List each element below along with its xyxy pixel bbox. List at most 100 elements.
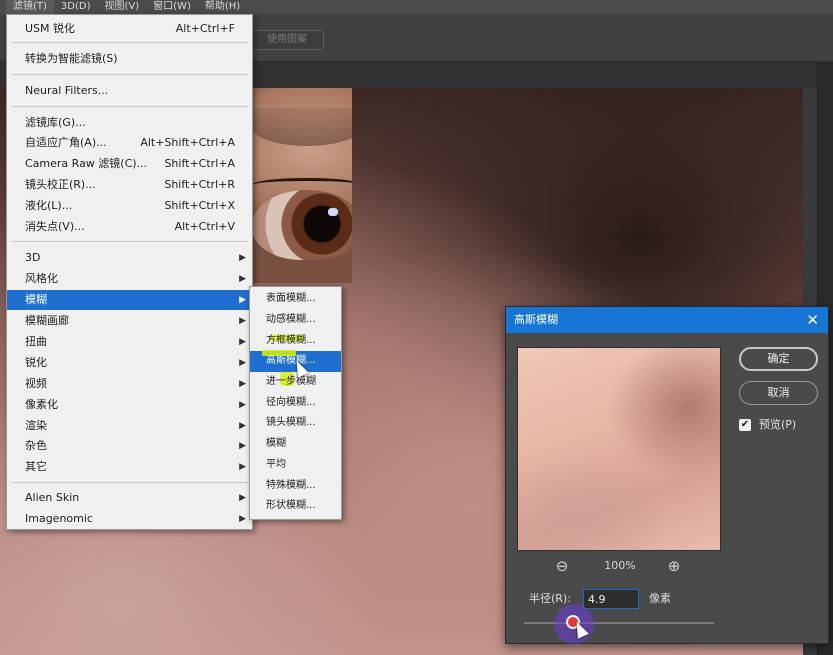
menu-item-vanishing-point[interactable]: 消失点(V)... Alt+Ctrl+V bbox=[7, 217, 252, 237]
highlight-marker bbox=[262, 350, 296, 356]
menu-item-convert-smart-filter[interactable]: 转换为智能滤镜(S) bbox=[7, 49, 252, 69]
menu-item-adaptive-wide-angle[interactable]: 自适应广角(A)... Alt+Shift+Ctrl+A bbox=[7, 133, 252, 153]
use-pattern-button[interactable]: 使用图案 bbox=[250, 30, 324, 50]
menu-help[interactable]: 帮助(H) bbox=[198, 0, 247, 14]
submenu-item-surface-blur[interactable]: 表面模糊... bbox=[250, 289, 341, 310]
menu-window[interactable]: 窗口(W) bbox=[146, 0, 198, 14]
blur-submenu: 表面模糊... 动感模糊... 方框模糊... 高斯模糊... 进一步模糊 径向… bbox=[249, 286, 342, 520]
menu-item-label: USM 锐化 bbox=[25, 22, 76, 35]
eye-shape bbox=[252, 190, 352, 260]
menu-item-label: 模糊画廊 bbox=[25, 314, 69, 327]
submenu-item-average[interactable]: 平均 bbox=[250, 455, 341, 476]
menu-item-3d[interactable]: 3D ▶ bbox=[7, 248, 252, 268]
chevron-right-icon: ▶ bbox=[239, 253, 246, 263]
eyebrow-shape bbox=[252, 108, 352, 146]
menu-item-liquify[interactable]: 液化(L)... Shift+Ctrl+X bbox=[7, 196, 252, 216]
menu-separator bbox=[11, 482, 248, 483]
menu-item-stylize[interactable]: 风格化 ▶ bbox=[7, 269, 252, 289]
chevron-right-icon: ▶ bbox=[239, 493, 246, 503]
menu-item-usm-sharpen[interactable]: USM 锐化 Alt+Ctrl+F bbox=[7, 19, 252, 39]
menu-item-label: 视频 bbox=[25, 377, 47, 390]
menu-item-label: 转换为智能滤镜(S) bbox=[25, 52, 118, 65]
chevron-right-icon: ▶ bbox=[239, 274, 246, 284]
menu-item-video[interactable]: 视频 ▶ bbox=[7, 374, 252, 394]
submenu-item-blur[interactable]: 模糊 bbox=[250, 434, 341, 455]
submenu-item-motion-blur[interactable]: 动感模糊... bbox=[250, 310, 341, 331]
menu-item-alien-skin[interactable]: Alien Skin ▶ bbox=[7, 488, 252, 508]
menu-item-lens-correction[interactable]: 镜头校正(R)... Shift+Ctrl+R bbox=[7, 175, 252, 195]
menu-view[interactable]: 视图(V) bbox=[98, 0, 147, 14]
submenu-item-box-blur[interactable]: 方框模糊... bbox=[250, 331, 341, 352]
menu-item-noise[interactable]: 杂色 ▶ bbox=[7, 436, 252, 456]
menu-item-label: Imagenomic bbox=[25, 512, 93, 525]
menu-item-neural-filters[interactable]: Neural Filters... bbox=[7, 81, 252, 101]
menu-filter[interactable]: 滤镜(T) bbox=[6, 0, 54, 14]
eye-glint bbox=[328, 208, 338, 216]
checkmark-icon[interactable]: ✔ bbox=[739, 419, 751, 431]
shortcut: Alt+Ctrl+V bbox=[174, 220, 235, 233]
menu-separator bbox=[11, 241, 248, 242]
menu-item-label: Alien Skin bbox=[25, 491, 80, 504]
menu-item-render[interactable]: 渲染 ▶ bbox=[7, 416, 252, 436]
chevron-right-icon: ▶ bbox=[239, 514, 246, 524]
shortcut: Shift+Ctrl+A bbox=[164, 157, 235, 170]
menu-separator bbox=[11, 74, 248, 75]
menu-item-blur[interactable]: 模糊 ▶ bbox=[7, 290, 252, 310]
submenu-item-smart-blur[interactable]: 特殊模糊... bbox=[250, 476, 341, 497]
chevron-right-icon: ▶ bbox=[239, 295, 246, 305]
menu-item-label: 消失点(V)... bbox=[25, 220, 85, 233]
zoom-in-icon[interactable]: ⊕ bbox=[665, 557, 683, 575]
zoom-level: 100% bbox=[604, 559, 636, 572]
menu-3d[interactable]: 3D(D) bbox=[54, 0, 98, 14]
chevron-right-icon: ▶ bbox=[239, 379, 246, 389]
menu-item-filter-gallery[interactable]: 滤镜库(G)... bbox=[7, 113, 252, 133]
shortcut: Alt+Shift+Ctrl+A bbox=[140, 136, 235, 149]
menu-item-label: 杂色 bbox=[25, 439, 47, 452]
submenu-item-lens-blur[interactable]: 镜头模糊... bbox=[250, 413, 341, 434]
menu-item-label: 滤镜库(G)... bbox=[25, 116, 86, 129]
menu-separator bbox=[11, 106, 248, 107]
radius-unit: 像素 bbox=[649, 592, 671, 605]
close-icon[interactable]: ✕ bbox=[806, 307, 819, 333]
menu-item-imagenomic[interactable]: Imagenomic ▶ bbox=[7, 509, 252, 529]
chevron-right-icon: ▶ bbox=[239, 441, 246, 451]
gaussian-blur-dialog: 高斯模糊 ✕ ⊖ 100% ⊕ 半径(R): 像素 确定 取消 ✔ 预览(P) bbox=[505, 306, 829, 644]
canvas-eye-region bbox=[252, 88, 352, 283]
menu-item-label: 自适应广角(A)... bbox=[25, 136, 107, 149]
radius-slider-track[interactable] bbox=[524, 622, 714, 624]
submenu-item-radial-blur[interactable]: 径向模糊... bbox=[250, 393, 341, 414]
radius-input[interactable] bbox=[583, 589, 639, 609]
preview-label: 预览(P) bbox=[759, 418, 797, 431]
menu-item-sharpen[interactable]: 锐化 ▶ bbox=[7, 353, 252, 373]
cancel-button[interactable]: 取消 bbox=[739, 381, 818, 405]
zoom-controls: ⊖ 100% ⊕ bbox=[517, 557, 721, 577]
chevron-right-icon: ▶ bbox=[239, 337, 246, 347]
menu-item-other[interactable]: 其它 ▶ bbox=[7, 457, 252, 477]
chevron-right-icon: ▶ bbox=[239, 358, 246, 368]
menu-item-blur-gallery[interactable]: 模糊画廊 ▶ bbox=[7, 311, 252, 331]
shortcut: Shift+Ctrl+R bbox=[164, 178, 235, 191]
ok-button[interactable]: 确定 bbox=[739, 347, 818, 371]
menu-item-label: 风格化 bbox=[25, 272, 58, 285]
menu-item-camera-raw[interactable]: Camera Raw 滤镜(C)... Shift+Ctrl+A bbox=[7, 154, 252, 174]
menu-item-label: 像素化 bbox=[25, 398, 58, 411]
chevron-right-icon: ▶ bbox=[239, 400, 246, 410]
shortcut: Alt+Ctrl+F bbox=[175, 22, 235, 35]
blur-preview[interactable] bbox=[517, 347, 721, 551]
menu-item-distort[interactable]: 扭曲 ▶ bbox=[7, 332, 252, 352]
submenu-item-shape-blur[interactable]: 形状模糊... bbox=[250, 496, 341, 517]
submenu-item-blur-more[interactable]: 进一步模糊 bbox=[250, 372, 341, 393]
menu-bar: 滤镜(T) 3D(D) 视图(V) 窗口(W) 帮助(H) bbox=[0, 0, 833, 14]
menu-item-label: 锐化 bbox=[25, 356, 47, 369]
menu-item-label: 扭曲 bbox=[25, 335, 47, 348]
zoom-out-icon[interactable]: ⊖ bbox=[553, 557, 571, 575]
menu-separator bbox=[11, 42, 248, 43]
filter-menu: USM 锐化 Alt+Ctrl+F 转换为智能滤镜(S) Neural Filte… bbox=[6, 14, 253, 530]
menu-item-pixelate[interactable]: 像素化 ▶ bbox=[7, 395, 252, 415]
menu-item-label: Neural Filters... bbox=[25, 84, 109, 97]
chevron-right-icon: ▶ bbox=[239, 316, 246, 326]
shortcut: Shift+Ctrl+X bbox=[164, 199, 235, 212]
menu-item-label: 其它 bbox=[25, 460, 47, 473]
dialog-title: 高斯模糊 bbox=[506, 307, 828, 333]
menu-item-label: 渲染 bbox=[25, 419, 47, 432]
